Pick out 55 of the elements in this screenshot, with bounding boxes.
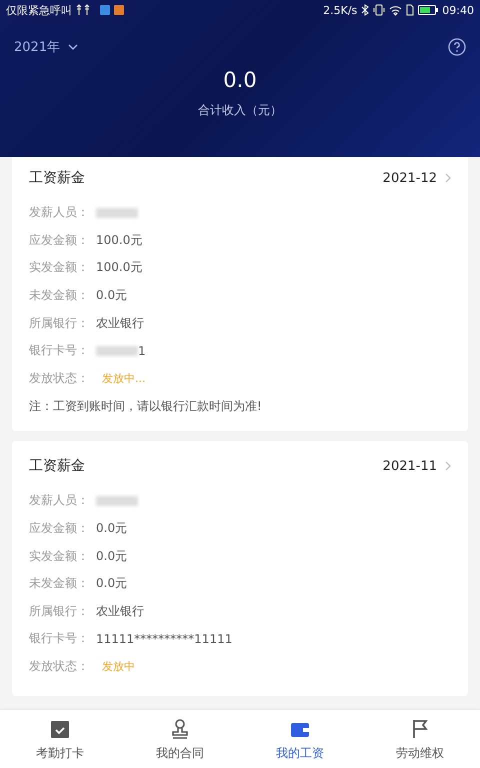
field-label: 银行卡号： xyxy=(29,630,90,648)
field-label: 发薪人员： xyxy=(29,492,90,510)
field-value: 1 xyxy=(138,344,146,358)
field-label: 实发金额： xyxy=(29,548,90,565)
field-label: 应发金额： xyxy=(29,232,90,249)
wifi-icon xyxy=(389,4,402,16)
field-label: 未发金额： xyxy=(29,287,90,304)
masked-value xyxy=(96,346,138,356)
field-label: 所属银行： xyxy=(29,314,90,332)
nav-tab[interactable]: 我的工资 xyxy=(240,710,360,768)
nav-tab[interactable]: 我的合同 xyxy=(120,710,240,768)
masked-value xyxy=(96,208,138,218)
field-value: 11111**********11111 xyxy=(96,632,232,646)
field-label: 实发金额： xyxy=(29,259,90,276)
masked-value xyxy=(96,496,138,506)
card-title: 工资薪金 xyxy=(29,169,86,187)
status-text: 仅限紧急呼叫 xyxy=(6,2,72,18)
nav-tab[interactable]: 劳动维权 xyxy=(360,710,480,768)
field-value: 100.0元 xyxy=(96,259,142,276)
field-value: 0.0元 xyxy=(96,575,128,592)
chevron-right-icon xyxy=(445,461,451,472)
year-selector[interactable]: 2021年 xyxy=(14,38,78,56)
field-value: 0.0元 xyxy=(96,548,128,565)
salary-card[interactable]: 工资薪金 2021-11 发薪人员： 应发金额： 0.0元 实发金额： 0.0元 未发金额： 0.0元 所属银行： 农业银行 银行卡号： 11111**********11111 发放状态： 发放中 xyxy=(12,441,468,696)
battery-icon xyxy=(418,5,438,15)
bluetooth-icon xyxy=(361,4,370,16)
field-label: 所属银行： xyxy=(29,602,90,620)
field-value: 100.0元 xyxy=(96,232,142,249)
help-icon[interactable] xyxy=(448,38,466,56)
field-value: 0.0元 xyxy=(96,520,128,538)
total-label: 合计收入（元） xyxy=(197,102,283,119)
field-label: 银行卡号： xyxy=(29,342,90,360)
clock: 09:40 xyxy=(442,4,474,16)
field-value: 农业银行 xyxy=(96,314,144,332)
total-amount: 0.0 xyxy=(222,68,258,92)
vibrate-icon xyxy=(373,4,386,16)
note-text: 注：工资到账时间，请以银行汇款时间为准! xyxy=(29,398,263,416)
chevron-right-icon xyxy=(445,173,451,183)
field-label: 发薪人员： xyxy=(29,204,90,222)
field-label: 发放状态： xyxy=(29,370,90,387)
chevron-down-icon xyxy=(68,44,78,50)
sim-icon xyxy=(406,4,414,16)
salary-card[interactable]: 工资薪金 2021-12 发薪人员： 应发金额： 100.0元 实发金额： 100.0元 未发金额： 0.0元 所属银行： 农业银行 银行卡号： 1 发放状态： 发放中... 注：工资到账时间，请以银行汇款时间为准! xyxy=(12,157,468,432)
field-value: 发放中 xyxy=(101,659,136,676)
field-label: 未发金额： xyxy=(29,575,90,592)
month-label: 2021-11 xyxy=(382,458,437,474)
month-label: 2021-12 xyxy=(382,170,437,186)
network-speed: 2.5K/s xyxy=(323,4,358,16)
card-title: 工资薪金 xyxy=(29,457,86,476)
field-value: 0.0元 xyxy=(96,287,128,304)
nav-tab[interactable]: 考勤打卡 xyxy=(0,710,120,768)
field-label: 发放状态： xyxy=(29,658,90,676)
field-value: 发放中... xyxy=(101,370,146,387)
field-value: 农业银行 xyxy=(96,602,144,620)
field-label: 应发金额： xyxy=(29,520,90,538)
